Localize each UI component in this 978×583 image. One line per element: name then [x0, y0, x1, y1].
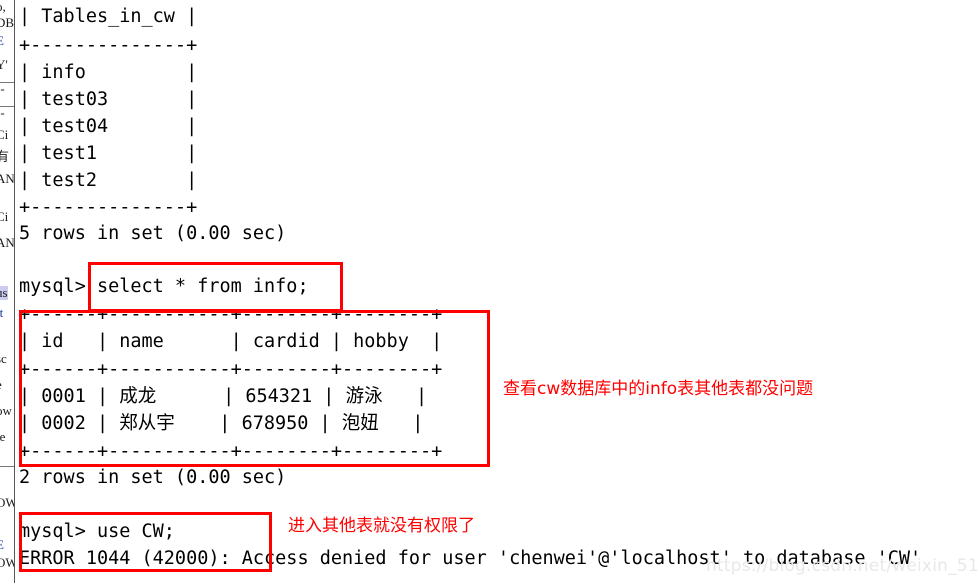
highlight-box-info-result-table [19, 310, 490, 467]
terminal-line: +--------------+ [19, 35, 198, 56]
background-window[interactable]: o,DB E Y' -- -- Ci 有 AN Ci AN us it sc e ow le OW E OW [0, 0, 15, 583]
terminal-line: | test03 | [19, 89, 198, 110]
terminal-line: | Tables_in_cw | [19, 6, 198, 27]
background-text-fragment: DB [0, 15, 15, 30]
background-text-fragment: Y' [0, 57, 8, 72]
background-text-fragment: E [0, 34, 4, 48]
background-divider [0, 106, 14, 107]
highlight-box-select-command [88, 262, 343, 312]
background-text-fragment: 有 [0, 150, 9, 164]
background-divider [0, 82, 14, 83]
background-text-fragment: AN [0, 171, 15, 186]
background-text-fragment: Ci [0, 127, 9, 142]
terminal-line: | test04 | [19, 116, 198, 137]
background-divider [0, 466, 14, 467]
background-text-fragment: sc [0, 351, 7, 366]
background-text-fragment: -- [0, 105, 5, 120]
background-text-fragment: e [0, 378, 2, 392]
annotation-text: 进入其他表就没有权限了 [288, 516, 475, 536]
background-text-fragment: le [0, 429, 6, 444]
background-text-fragment: ow [0, 403, 12, 418]
terminal-line: | test1 | [19, 143, 198, 164]
background-text-fragment: AN [0, 235, 15, 250]
highlight-box-use-cw-error [19, 512, 272, 572]
background-text-fragment: E [0, 538, 4, 552]
background-text-fragment: us [0, 286, 8, 300]
screenshot-root: o,DB E Y' -- -- Ci 有 AN Ci AN us it sc e ow le OW E OW | T… [0, 0, 978, 583]
csdn-watermark: https://blog.csdn.net/weixin_51573771 [706, 556, 978, 576]
terminal-line: 5 rows in set (0.00 sec) [19, 223, 287, 244]
terminal-line: | test2 | [19, 170, 198, 191]
background-text-fragment: o, [0, 0, 6, 14]
annotation-text: 查看cw数据库中的info表其他表都没问题 [503, 379, 814, 399]
background-text-fragment: OW [0, 496, 14, 510]
background-text-fragment: -- [0, 81, 5, 96]
background-text-fragment: OW [0, 556, 14, 570]
terminal-line: | info | [19, 62, 198, 83]
terminal-line: 2 rows in set (0.00 sec) [19, 467, 287, 488]
background-text-fragment: it [0, 306, 3, 320]
background-text-fragment: Ci [0, 209, 9, 224]
